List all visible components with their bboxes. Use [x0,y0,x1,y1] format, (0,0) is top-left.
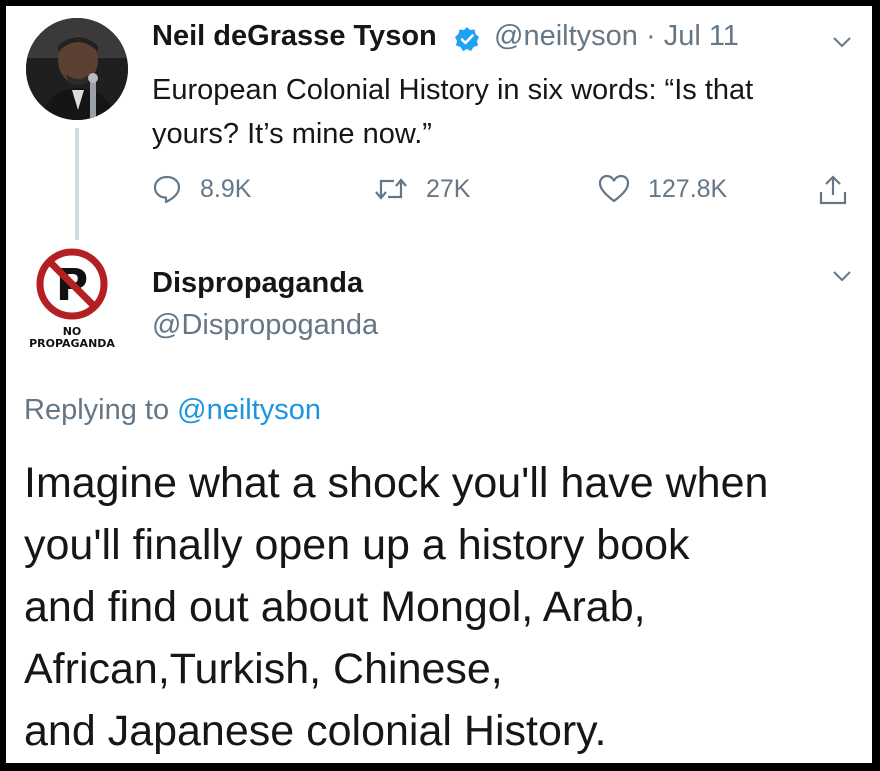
retweet-icon [375,178,407,200]
reply-tweet-text: Imagine what a shock you'll have when yo… [24,452,864,762]
svg-text:PROPAGANDA: PROPAGANDA [29,337,115,350]
reply-text-line: you'll finally open up a history book [24,521,690,569]
author-handle[interactable]: @Dispropoganda [152,309,378,342]
like-icon [598,174,630,203]
reply-button[interactable]: 8.9K [152,174,251,204]
reply-text-line: and Japanese colonial History. [24,707,607,755]
no-propaganda-logo-icon: P NO PROPAGANDA [29,248,115,350]
retweet-button[interactable]: 27K [374,174,470,204]
like-button[interactable]: 127.8K [598,174,727,204]
reply-icon [153,175,181,204]
reply-text-line: African,Turkish, Chinese, [24,645,503,693]
avatar-photo-icon [26,18,128,120]
dispropaganda-avatar[interactable]: P NO PROPAGANDA [28,246,128,352]
tweet-screenshot: Neil deGrasse Tyson @neiltyson · Jul 11 … [6,6,872,763]
like-count: 127.8K [648,174,728,203]
retweet-count: 27K [426,174,471,203]
thread-connector-line [75,128,79,240]
reply-text-line: and find out about Mongol, Arab, [24,583,646,631]
share-button[interactable] [818,174,848,206]
author-name[interactable]: Dispropaganda [152,267,363,300]
replying-to-line: Replying to @neiltyson [24,394,321,427]
chevron-down-icon[interactable] [832,270,852,282]
chevron-down-icon[interactable] [832,36,852,48]
author-handle[interactable]: @neiltyson [494,20,638,52]
meta-separator: · [645,20,656,52]
reply-count: 8.9K [200,174,252,203]
replying-prefix: Replying to [24,394,170,426]
tweet-text: European Colonial History in six words: … [152,74,754,150]
author-name[interactable]: Neil deGrasse Tyson [152,20,437,53]
replying-mention-link[interactable]: @neiltyson [177,394,321,426]
neil-tyson-avatar[interactable] [26,18,128,120]
tweet-date[interactable]: Jul 11 [664,20,739,52]
tweet-meta: @neiltyson · Jul 11 [494,20,739,53]
share-icon [819,175,847,205]
reply-text-line: Imagine what a shock you'll have when [24,459,769,507]
verified-badge-icon [455,27,479,51]
